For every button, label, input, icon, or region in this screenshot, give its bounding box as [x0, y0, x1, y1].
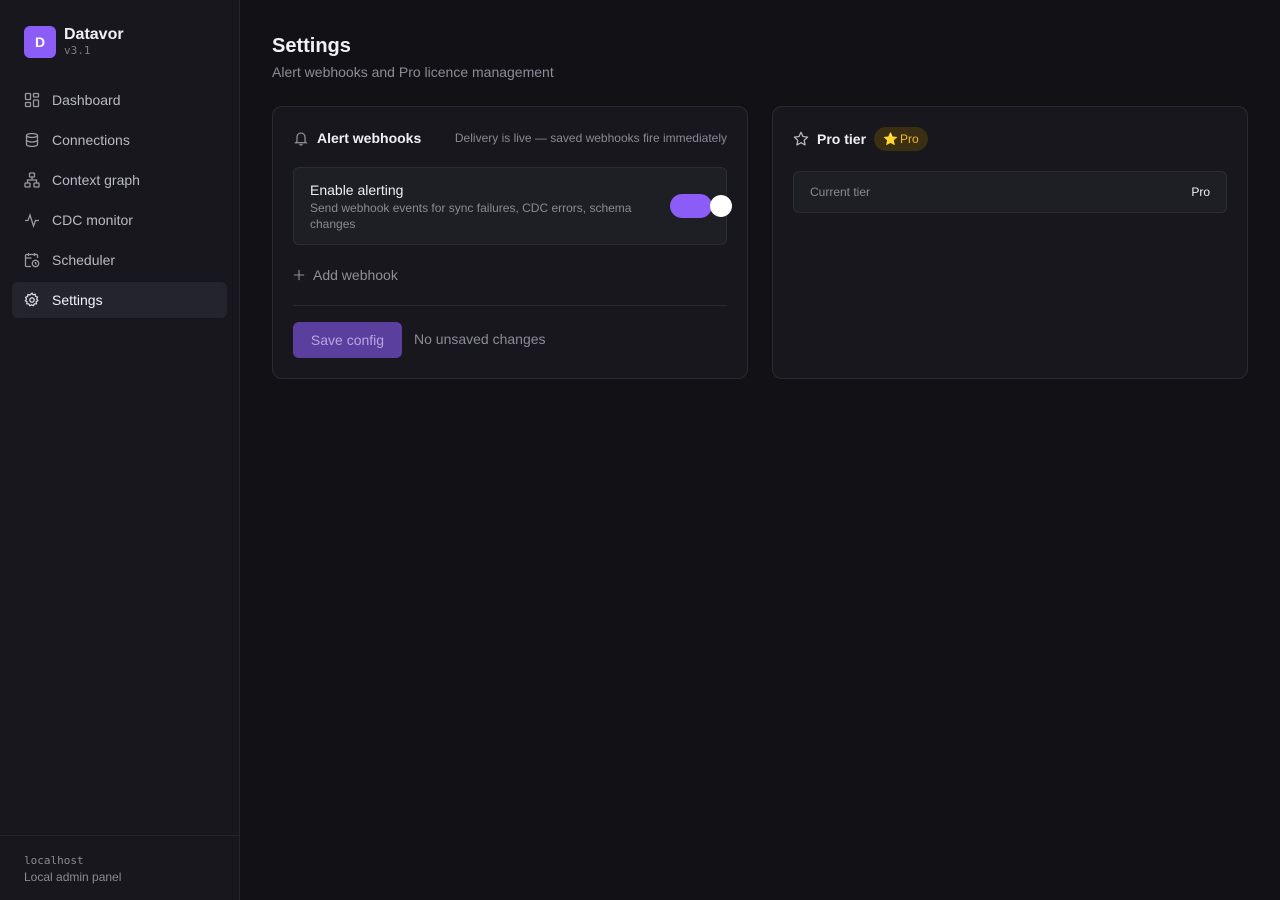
enable-alerting-row: Enable alerting Send webhook events for … [293, 167, 732, 245]
current-tier-label: Current tier [810, 185, 871, 199]
card-title: Pro tier [817, 131, 867, 147]
pro-badge: ⭐ Pro [874, 127, 928, 151]
sidebar-item-settings[interactable]: Settings [12, 282, 227, 318]
brand: D Datavor v3.1 [24, 26, 124, 59]
current-tier-row: Current tier Pro [793, 171, 1227, 213]
calendar-clock-icon [24, 252, 40, 268]
card-header: Alert webhooks Delivery is live — saved … [293, 127, 727, 149]
delivery-note: Delivery is live — saved webhooks fire i… [454, 131, 727, 145]
enable-alerting-toggle[interactable] [670, 194, 732, 218]
sidebar-item-dashboard[interactable]: Dashboard [12, 82, 227, 118]
add-webhook-button[interactable]: Add webhook [293, 265, 398, 285]
save-config-button[interactable]: Save config [293, 322, 402, 358]
sidebar-item-scheduler[interactable]: Scheduler [12, 242, 227, 278]
sidebar-nav: Dashboard Connections Context graph CDC … [12, 82, 227, 322]
card-header: Pro tier ⭐ Pro [793, 127, 1227, 151]
current-tier-value: Pro [1191, 185, 1210, 199]
pro-tier-card: Pro tier ⭐ Pro Current tier Pro [772, 106, 1248, 379]
sidebar-item-label: Scheduler [52, 252, 116, 268]
sidebar-item-label: Dashboard [52, 92, 121, 108]
host-label: localhost [24, 854, 84, 867]
sidebar-item-label: Connections [52, 132, 130, 148]
pro-badge-label: Pro [899, 132, 919, 146]
toggle-knob [710, 195, 732, 217]
app-version: v3.1 [64, 44, 91, 57]
page-subtitle: Alert webhooks and Pro licence managemen… [272, 64, 554, 80]
sidebar-item-cdc-monitor[interactable]: CDC monitor [12, 202, 227, 238]
toggle-description: Send webhook events for sync failures, C… [310, 201, 632, 231]
sidebar-item-connections[interactable]: Connections [12, 122, 227, 158]
star-icon [793, 131, 809, 147]
graph-icon [24, 172, 40, 188]
sidebar-item-label: Context graph [52, 172, 140, 188]
page-title: Settings [272, 35, 351, 57]
bell-icon [293, 130, 309, 146]
plus-icon [293, 269, 307, 281]
add-webhook-label: Add webhook [313, 267, 398, 283]
database-icon [24, 132, 40, 148]
save-status: No unsaved changes [414, 331, 546, 347]
app-logo: D [24, 26, 56, 58]
app-name: Datavor [64, 26, 124, 43]
alert-webhooks-card: Alert webhooks Delivery is live — saved … [272, 106, 748, 379]
dashboard-icon [24, 92, 40, 108]
star-emoji-icon: ⭐ [883, 132, 898, 146]
divider [293, 305, 727, 306]
sidebar: D Datavor v3.1 Dashboard Connections Con… [0, 0, 240, 900]
gear-icon [24, 292, 40, 308]
toggle-title: Enable alerting [310, 182, 404, 198]
sidebar-item-label: Settings [52, 292, 103, 308]
sidebar-footer: localhost Local admin panel [0, 835, 239, 900]
card-title: Alert webhooks [317, 130, 422, 146]
host-description: Local admin panel [24, 870, 122, 884]
sidebar-item-context-graph[interactable]: Context graph [12, 162, 227, 198]
activity-icon [24, 212, 40, 228]
sidebar-item-label: CDC monitor [52, 212, 133, 228]
